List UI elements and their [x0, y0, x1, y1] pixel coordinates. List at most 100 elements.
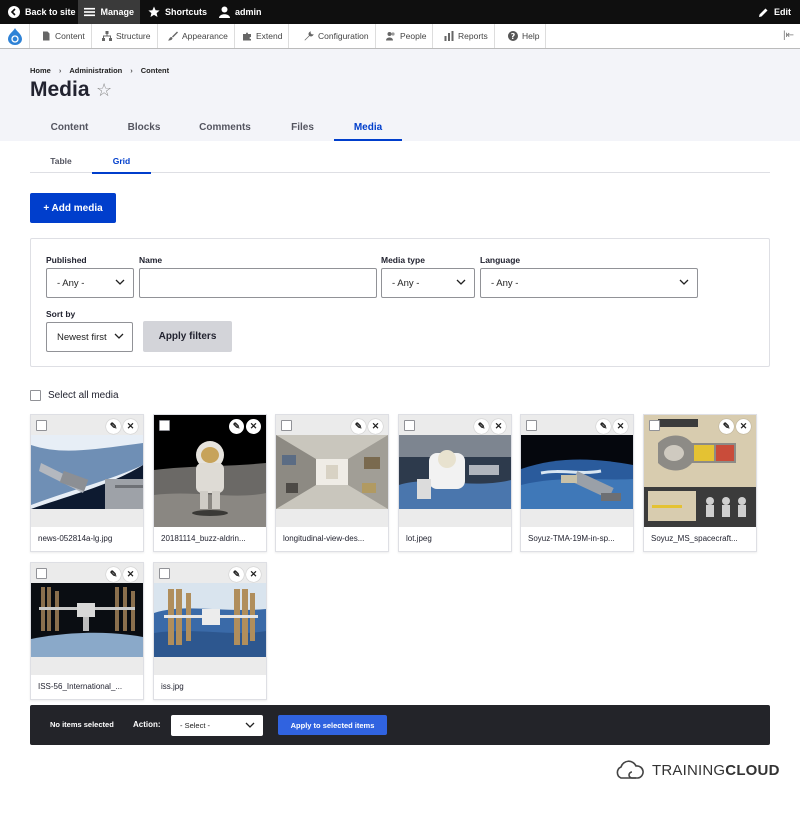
paintbrush-icon: [168, 31, 178, 41]
cloud-logo-icon: [616, 760, 644, 779]
media-card[interactable]: ✎ ✕ Soyuz-TMA-19M-in-sp...: [520, 414, 634, 552]
admin-toolbar: Back to site Manage Shortcuts admin Edit: [0, 0, 800, 24]
menu-item-appearance[interactable]: Appearance: [162, 24, 235, 48]
language-value: - Any -: [491, 277, 519, 289]
menu-item-people[interactable]: People: [380, 24, 434, 48]
menu-item-content[interactable]: Content: [35, 24, 92, 48]
media-card[interactable]: ✎ ✕ news-052814a-lg.jpg: [30, 414, 144, 552]
action-value: - Select -: [180, 721, 211, 730]
menu-item-configuration[interactable]: Configuration: [298, 24, 376, 48]
menu-item-label: Extend: [256, 31, 283, 41]
wrench-icon: [304, 31, 314, 41]
edit-icon[interactable]: ✎: [596, 419, 611, 434]
user-tab[interactable]: admin: [213, 0, 268, 24]
edit-icon[interactable]: ✎: [106, 567, 121, 582]
tab-comments[interactable]: Comments: [179, 113, 271, 141]
chevron-down-icon: [115, 279, 125, 285]
edit-tab[interactable]: Edit: [752, 0, 797, 24]
edit-icon[interactable]: ✎: [351, 419, 366, 434]
manage-label: Manage: [100, 7, 134, 17]
remove-icon[interactable]: ✕: [491, 419, 506, 434]
tab-media[interactable]: Media: [334, 113, 402, 141]
select-all[interactable]: Select all media: [30, 390, 119, 401]
media-name: iss.jpg: [161, 682, 184, 691]
media-image: [31, 435, 143, 509]
action-select[interactable]: - Select -: [171, 715, 263, 736]
media-card[interactable]: ✎ ✕ longitudinal-view-des...: [275, 414, 389, 552]
remove-icon[interactable]: ✕: [123, 567, 138, 582]
pencil-icon: [759, 8, 768, 17]
brand-text-bold: CLOUD: [725, 761, 780, 779]
breadcrumb-home[interactable]: Home: [30, 66, 51, 75]
remove-icon[interactable]: ✕: [123, 419, 138, 434]
back-arrow-icon: [8, 6, 20, 18]
menu-item-label: People: [400, 31, 427, 41]
language-label: Language: [480, 255, 521, 265]
selection-status: No items selected: [50, 720, 114, 729]
media-checkbox[interactable]: [281, 420, 292, 431]
media-card[interactable]: ✎ ✕ iss.jpg: [153, 562, 267, 700]
menu-item-structure[interactable]: Structure: [96, 24, 158, 48]
tab-grid[interactable]: Grid: [92, 149, 151, 174]
edit-icon[interactable]: ✎: [474, 419, 489, 434]
menu-item-reports[interactable]: Reports: [438, 24, 495, 48]
people-icon: [386, 32, 395, 41]
edit-icon[interactable]: ✎: [106, 419, 121, 434]
published-select[interactable]: - Any -: [46, 268, 134, 298]
tab-content[interactable]: Content: [30, 113, 109, 141]
remove-icon[interactable]: ✕: [246, 567, 261, 582]
shortcuts-tab[interactable]: Shortcuts: [142, 0, 213, 24]
tab-table[interactable]: Table: [30, 149, 92, 173]
chevron-down-icon: [679, 279, 689, 285]
manage-tab[interactable]: Manage: [78, 0, 140, 24]
edit-icon[interactable]: ✎: [229, 567, 244, 582]
media-image: [31, 583, 143, 657]
media-checkbox[interactable]: [649, 420, 660, 431]
tab-files[interactable]: Files: [271, 113, 334, 141]
remove-icon[interactable]: ✕: [246, 419, 261, 434]
remove-icon[interactable]: ✕: [368, 419, 383, 434]
menu-item-help[interactable]: ? Help: [502, 24, 547, 48]
breadcrumb-content[interactable]: Content: [141, 66, 169, 75]
media-checkbox[interactable]: [404, 420, 415, 431]
language-select[interactable]: - Any -: [480, 268, 698, 298]
media-checkbox[interactable]: [36, 420, 47, 431]
media-card[interactable]: ✎ ✕ Soyuz_MS_spacecraft...: [643, 414, 757, 552]
media-checkbox[interactable]: [36, 568, 47, 579]
media-name: 20181114_buzz-aldrin...: [161, 534, 246, 543]
media-card[interactable]: ✎ ✕ ISS-56_International_...: [30, 562, 144, 700]
remove-icon[interactable]: ✕: [613, 419, 628, 434]
select-all-checkbox[interactable]: [30, 390, 41, 401]
media-card[interactable]: ✎ ✕ lot.jpeg: [398, 414, 512, 552]
admin-menu-tray: Content Structure Appearance Extend Conf…: [0, 24, 800, 49]
tab-blocks[interactable]: Blocks: [109, 113, 179, 141]
menu-item-label: Appearance: [182, 31, 228, 41]
collapse-tray-icon[interactable]: |⇤: [783, 30, 794, 41]
drupal-logo[interactable]: [0, 24, 30, 48]
media-checkbox[interactable]: [159, 568, 170, 579]
action-label: Action:: [133, 720, 161, 729]
media-card[interactable]: ✎ ✕ 20181114_buzz-aldrin...: [153, 414, 267, 552]
media-type-label: Media type: [381, 255, 425, 265]
name-input[interactable]: [139, 268, 377, 298]
page-title: Media: [30, 78, 90, 101]
apply-filters-button[interactable]: Apply filters: [143, 321, 232, 352]
edit-icon[interactable]: ✎: [229, 419, 244, 434]
breadcrumb-administration[interactable]: Administration: [69, 66, 122, 75]
apply-to-selected-button[interactable]: Apply to selected items: [278, 715, 387, 735]
sort-value: Newest first: [57, 331, 107, 343]
menu-item-label: Configuration: [318, 31, 369, 41]
back-to-site-label: Back to site: [25, 7, 76, 17]
media-name: Soyuz-TMA-19M-in-sp...: [528, 534, 615, 543]
media-checkbox[interactable]: [526, 420, 537, 431]
drupal-drop-icon: [7, 27, 22, 45]
media-type-select[interactable]: - Any -: [381, 268, 475, 298]
sort-select[interactable]: Newest first: [46, 322, 133, 352]
add-media-button[interactable]: + Add media: [30, 193, 116, 223]
edit-icon[interactable]: ✎: [719, 419, 734, 434]
favorite-star-icon[interactable]: ☆: [96, 80, 112, 101]
back-to-site-link[interactable]: Back to site: [2, 0, 82, 24]
media-checkbox[interactable]: [159, 420, 170, 431]
menu-item-extend[interactable]: Extend: [236, 24, 290, 48]
remove-icon[interactable]: ✕: [736, 419, 751, 434]
